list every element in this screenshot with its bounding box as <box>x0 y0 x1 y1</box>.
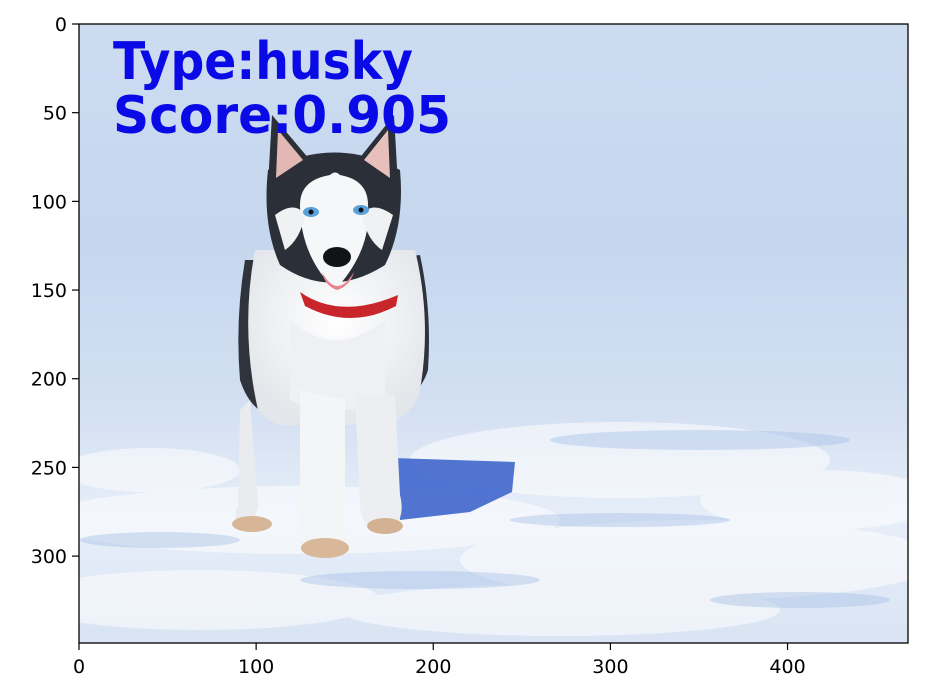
score-label: Score:0.905 <box>113 86 451 146</box>
y-axis: 0 50 100 150 200 250 300 <box>31 14 79 568</box>
x-tick-label: 400 <box>769 656 805 678</box>
x-tick-label: 0 <box>73 656 85 678</box>
x-axis: 0 100 200 300 400 <box>73 643 806 678</box>
y-tick-label: 0 <box>55 14 67 36</box>
image-plot: Type:husky Score:0.905 0 100 200 300 400 0 50… <box>31 14 909 678</box>
y-tick-label: 250 <box>31 457 67 479</box>
x-tick-label: 100 <box>238 656 274 678</box>
x-tick-label: 200 <box>415 656 451 678</box>
y-tick-label: 50 <box>43 103 67 125</box>
x-tick-label: 300 <box>592 656 628 678</box>
nose <box>323 247 351 267</box>
y-tick-label: 300 <box>31 546 67 568</box>
y-tick-label: 200 <box>31 369 67 391</box>
y-tick-label: 100 <box>31 191 67 213</box>
type-label: Type:husky <box>113 32 413 92</box>
y-tick-label: 150 <box>31 280 67 302</box>
